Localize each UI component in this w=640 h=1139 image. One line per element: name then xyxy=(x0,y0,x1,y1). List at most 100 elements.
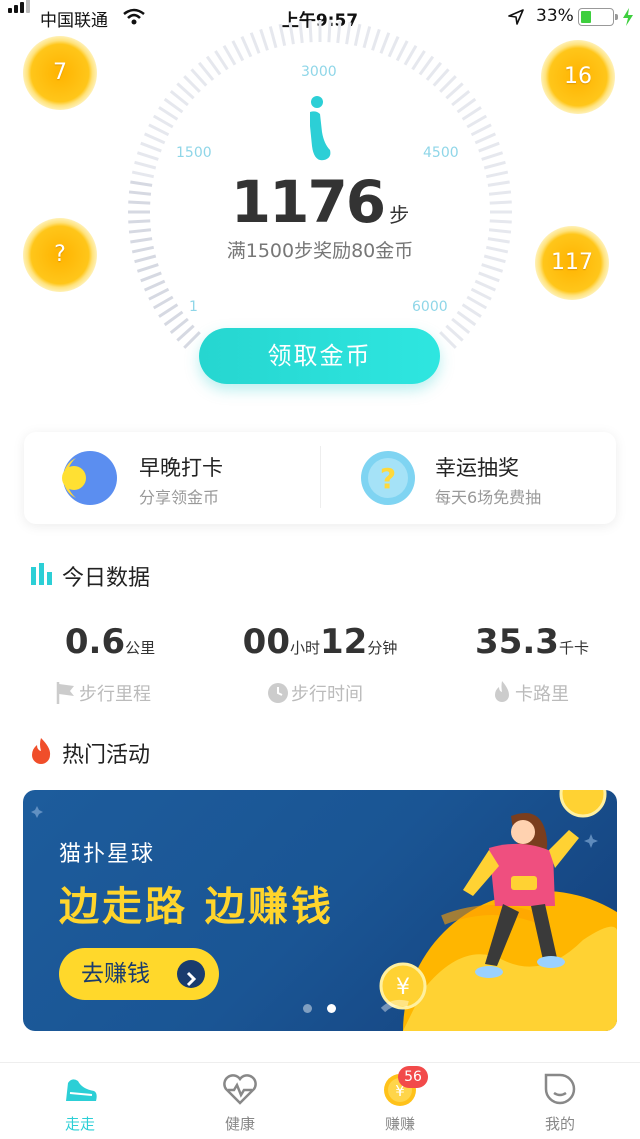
checkin-subtitle: 分享领金币 xyxy=(139,488,220,507)
gauge-tick-mark xyxy=(214,50,229,71)
calories-value: 35.3千卡 xyxy=(462,622,602,662)
carousel-dot[interactable] xyxy=(303,1004,312,1013)
walking-person-icon xyxy=(310,96,331,161)
lottery-title: 幸运抽奖 xyxy=(435,456,519,480)
gauge-tick-mark xyxy=(136,263,159,273)
gauge-tick-mark xyxy=(474,132,497,145)
walk-time-value: 00小时12分钟 xyxy=(240,622,400,662)
chevron-right-icon xyxy=(177,960,205,988)
bar-chart-icon xyxy=(31,563,52,585)
gauge-tick-mark xyxy=(432,68,450,87)
gauge-tick-mark xyxy=(278,23,287,47)
gauge-tick-mark xyxy=(451,90,471,107)
checkin-task[interactable]: 早晚打卡 分享领金币 xyxy=(24,432,320,524)
gauge-tick-mark xyxy=(143,132,166,145)
gauge-tick-4500: 4500 xyxy=(423,145,459,161)
calories-number: 35.3 xyxy=(475,622,559,662)
tab-mine-label: 我的 xyxy=(544,1115,575,1133)
sun-moon-icon xyxy=(62,451,117,505)
gauge-tick-mark xyxy=(169,317,189,334)
gauge-tick-mark xyxy=(240,35,253,58)
clock-icon xyxy=(268,683,288,703)
earn-badge: 56 xyxy=(398,1066,428,1088)
gauge-tick-mark xyxy=(259,28,269,51)
gauge-tick-mark xyxy=(169,90,189,107)
carousel-dot[interactable] xyxy=(327,1004,336,1013)
gauge-tick-mark xyxy=(418,55,435,76)
flame-icon xyxy=(495,681,509,702)
lottery-subtitle: 每天6场免费抽 xyxy=(435,488,542,507)
gauge-tick-mark xyxy=(176,82,195,100)
gauge-tick-mark xyxy=(445,324,464,342)
distance-unit: 公里 xyxy=(125,639,156,657)
gauge-tick-mark xyxy=(474,279,497,292)
coin-bubble[interactable]: 117 xyxy=(535,226,609,300)
gauge-tick-mark xyxy=(481,151,504,161)
gauge-tick-mark xyxy=(478,141,500,153)
gauge-tick-mark xyxy=(456,310,477,327)
gauge-tick-mark xyxy=(461,303,482,318)
gauge-tick-mark xyxy=(249,32,261,54)
lottery-task[interactable]: ? 幸运抽奖 每天6场免费抽 xyxy=(320,432,616,524)
banner-subtitle: 猫扑星球 xyxy=(59,842,156,867)
go-earn-button[interactable]: 去赚钱 xyxy=(59,948,219,1000)
tab-mine[interactable]: 我的 xyxy=(480,1063,640,1139)
gauge-tick-mark xyxy=(451,317,471,334)
gauge-tick-mark xyxy=(353,23,362,47)
gauge-tick-mark xyxy=(371,28,381,51)
gauge-tick-mark xyxy=(163,310,184,327)
gauge-tick-mark xyxy=(163,97,184,114)
sneaker-icon xyxy=(66,1079,97,1101)
gauge-tick-1500: 1500 xyxy=(176,145,212,161)
gauge-tick-mark xyxy=(439,75,457,93)
calories-unit: 千卡 xyxy=(558,639,589,657)
gauge-tick-mark xyxy=(140,141,162,153)
coin-bubble[interactable]: 16 xyxy=(541,40,615,114)
flag-icon xyxy=(56,682,74,704)
calories-label: 卡路里 xyxy=(515,684,569,705)
tab-walk-label: 走走 xyxy=(64,1115,95,1133)
tab-walk[interactable]: 走走 xyxy=(0,1063,160,1139)
coin-bubble[interactable]: 7 xyxy=(23,36,97,110)
gauge-tick-mark xyxy=(158,106,179,121)
gauge-tick-mark xyxy=(222,44,237,66)
gauge-tick-mark xyxy=(466,295,488,310)
hot-activities-title: 热门活动 xyxy=(62,743,151,768)
step-count: 1176 步 xyxy=(0,168,640,236)
walk-time-hours: 00 xyxy=(242,622,290,662)
gauge-tick-mark xyxy=(143,279,166,292)
tab-earn-label: 赚赚 xyxy=(384,1115,415,1133)
gauge-tick-mark xyxy=(148,123,170,137)
distance-label: 步行里程 xyxy=(79,684,151,705)
gauge-tick-mark xyxy=(379,32,391,54)
gauge-tick-mark xyxy=(152,295,174,310)
gauge-tick-mark xyxy=(466,114,488,129)
gauge-tick-mark xyxy=(308,20,313,43)
profile-face-icon xyxy=(544,1073,576,1105)
gauge-tick-mark xyxy=(205,55,222,76)
gauge-tick-mark xyxy=(387,35,400,58)
tab-health-label: 健康 xyxy=(224,1115,255,1133)
gauge-tick-mark xyxy=(288,22,295,45)
promo-banner[interactable]: ¥ 猫扑星球 边走路 边赚钱 去赚钱 xyxy=(23,790,617,1031)
distance-number: 0.6 xyxy=(64,622,126,662)
distance-value: 0.6公里 xyxy=(40,622,180,662)
gauge-tick-mark xyxy=(345,22,352,45)
gauge-tick-mark xyxy=(425,61,442,81)
gauge-tick-mark xyxy=(395,40,409,62)
gauge-tick-mark xyxy=(478,271,500,283)
gauge-tick-mark xyxy=(456,97,477,114)
walk-time-hours-unit: 小时 xyxy=(289,639,320,657)
tab-health[interactable]: 健康 xyxy=(160,1063,320,1139)
step-count-unit: 步 xyxy=(389,203,410,227)
gauge-tick-mark xyxy=(439,331,457,349)
heartbeat-icon xyxy=(223,1074,257,1105)
gauge-tick-mark xyxy=(470,123,492,137)
claim-coins-button[interactable]: 领取金币 xyxy=(199,328,440,384)
gauge-tick-mark xyxy=(198,61,215,81)
svg-text:?: ? xyxy=(380,462,396,495)
gauge-tick-mark xyxy=(362,26,372,49)
coin-bubble-mystery[interactable]: ? xyxy=(23,218,97,292)
gauge-tick-mark xyxy=(298,20,304,44)
gauge-tick-mark xyxy=(158,303,179,318)
